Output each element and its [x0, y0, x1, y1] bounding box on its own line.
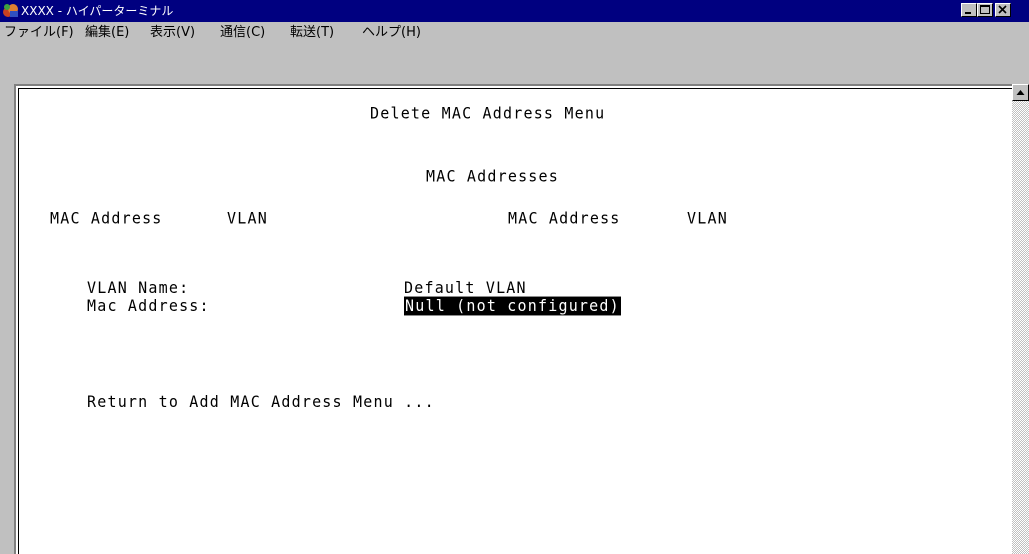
minimize-icon	[965, 12, 971, 14]
vlan-name-label: VLAN Name:	[87, 278, 190, 298]
window-title: XXXX - ハイパーターミナル	[21, 4, 174, 18]
column-header-mac-right: MAC Address	[508, 208, 621, 228]
column-header-vlan-right: VLAN	[687, 208, 728, 228]
menu-help[interactable]: ヘルプ(H)	[362, 25, 421, 41]
title-bar: XXXX - ハイパーターミナル	[0, 0, 1029, 22]
maximize-icon	[980, 5, 990, 14]
menu-transfer[interactable]: 転送(T)	[290, 25, 334, 41]
menu-bar: ファイル(F) 編集(E) 表示(V) 通信(C) 転送(T) ヘルプ(H)	[0, 22, 1029, 44]
menu-file[interactable]: ファイル(F)	[4, 25, 74, 41]
left-border	[0, 84, 14, 552]
maximize-button[interactable]	[977, 3, 993, 17]
close-icon	[998, 5, 1007, 14]
menu-edit[interactable]: 編集(E)	[85, 25, 129, 41]
scroll-up-arrow-icon	[1016, 90, 1025, 95]
column-header-vlan-left: VLAN	[227, 208, 268, 228]
mac-address-label: Mac Address:	[87, 296, 210, 316]
vertical-scrollbar[interactable]	[1012, 84, 1029, 554]
column-header-mac-left: MAC Address	[50, 208, 163, 228]
terminal-screen[interactable]	[18, 88, 1012, 554]
section-heading: MAC Addresses	[426, 166, 559, 186]
mac-address-field[interactable]: Null (not configured)	[404, 296, 621, 316]
minimize-button[interactable]	[961, 3, 977, 17]
menu-communication[interactable]: 通信(C)	[220, 25, 265, 41]
menu-view[interactable]: 表示(V)	[150, 25, 195, 41]
hyperterminal-app-icon[interactable]	[2, 2, 19, 19]
return-menu-option[interactable]: Return to Add MAC Address Menu ...	[87, 393, 435, 412]
close-button[interactable]	[995, 3, 1011, 17]
scroll-up-button[interactable]	[1012, 84, 1029, 101]
menu-title: Delete MAC Address Menu	[370, 103, 606, 123]
vlan-name-value[interactable]: Default VLAN	[404, 279, 527, 298]
